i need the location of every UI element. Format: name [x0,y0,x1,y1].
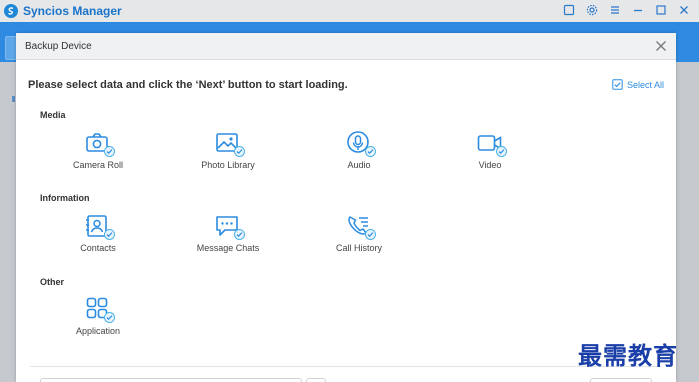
item-label: Contacts [80,243,116,253]
item-label: Application [75,326,121,336]
footer-divider [30,366,662,367]
section-label-information: Information [40,193,90,203]
item-contacts[interactable]: Contacts [53,214,143,253]
item-application[interactable]: Application [53,297,143,336]
checked-icon [365,146,376,157]
backup-device-dialog: Backup Device Please select data and cli… [16,33,676,382]
settings-gear-icon[interactable] [585,2,599,18]
item-message-chats[interactable]: Message Chats [183,214,273,253]
item-video[interactable]: Video [445,131,535,170]
checked-icon [365,229,376,240]
item-label: Call History [335,243,382,253]
checked-icon [234,146,245,157]
checked-icon [104,229,115,240]
checked-icon [496,146,507,157]
instruction-text: Please select data and click the ‘Next’ … [28,79,348,91]
next-button[interactable] [590,378,652,382]
section-label-media: Media [40,110,66,120]
sidebar-background [0,62,16,382]
dialog-title: Backup Device [25,40,92,52]
checked-icon [234,229,245,240]
item-label: Audio [347,160,371,170]
item-label: Video [478,160,502,170]
sidebar-marker [12,96,15,102]
backup-path-field[interactable] [40,378,302,382]
item-label: Photo Library [201,160,255,170]
syncios-logo-icon [4,4,18,18]
close-icon[interactable] [654,39,668,53]
section-label-other: Other [40,277,65,287]
checkbox-icon [612,79,623,90]
dialog-header: Backup Device [16,33,676,60]
app-title: Syncios Manager [23,4,122,18]
close-window-icon[interactable] [677,2,691,18]
content-background [676,62,699,382]
watermark-text: 最需教育 [578,341,678,370]
minimize-icon[interactable] [631,2,645,18]
item-photo-library[interactable]: Photo Library [183,131,273,170]
item-camera-roll[interactable]: Camera Roll [53,131,143,170]
checked-icon [104,312,115,323]
select-all-label: Select All [626,79,664,90]
item-label: Message Chats [196,243,260,253]
feedback-icon[interactable] [562,2,576,18]
menu-icon[interactable] [608,2,622,18]
maximize-icon[interactable] [654,2,668,18]
item-audio[interactable]: Audio [314,131,404,170]
select-all-button[interactable]: Select All [612,79,664,90]
app-titlebar: Syncios Manager [0,0,699,22]
browse-button[interactable] [306,378,326,382]
checked-icon [104,146,115,157]
item-call-history[interactable]: Call History [314,214,404,253]
item-label: Camera Roll [72,160,123,170]
